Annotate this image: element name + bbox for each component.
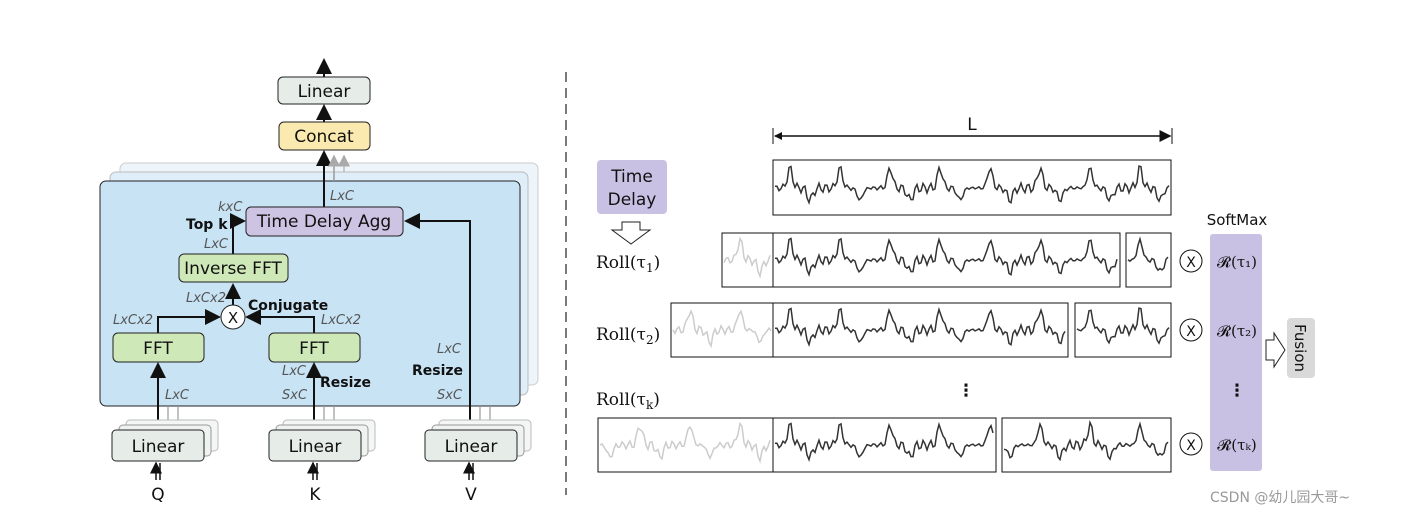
roll1-label: Roll(τ1) xyxy=(596,253,660,275)
linear-v-stack: Linear xyxy=(424,419,532,462)
down-arrow-icon xyxy=(610,221,652,245)
k-label: K xyxy=(309,485,321,505)
v-label: V xyxy=(465,485,477,505)
fusion-label: Fusion xyxy=(1291,324,1309,372)
right-arrow-icon xyxy=(1265,331,1286,369)
linear-q-label: Linear xyxy=(132,437,185,457)
waveform-rollk-shifted xyxy=(599,421,771,464)
dim-ifft-out: LxC xyxy=(204,237,229,252)
dim-q-in: LxC xyxy=(165,388,190,403)
dim-v-resized: LxC xyxy=(437,342,462,357)
linear-q-stack: Linear xyxy=(111,419,219,462)
waveform-rollk xyxy=(775,421,994,463)
vdots-rows: ⋮ xyxy=(958,381,975,401)
multiply-nodes: X X X xyxy=(1179,249,1203,456)
multiply-k: X xyxy=(1186,438,1196,454)
waveform-roll1-tail xyxy=(1127,236,1169,272)
fft-left-label: FFT xyxy=(143,339,173,359)
conjugate-label: Conjugate xyxy=(248,298,328,314)
waveform-roll2-shifted xyxy=(672,309,772,349)
r-tau2: 𝓡(τ₂) xyxy=(1217,322,1257,340)
softmax-label: SoftMax xyxy=(1207,211,1268,229)
vdots-softmax: ⋮ xyxy=(1229,381,1246,401)
r-tauk: 𝓡(τₖ) xyxy=(1217,436,1256,454)
fft-right-label: FFT xyxy=(299,339,329,359)
multiply-label: X xyxy=(228,309,238,327)
q-label: Q xyxy=(151,485,164,505)
linear-k-stack: Linear xyxy=(268,419,376,462)
linear-k-label: Linear xyxy=(289,437,342,457)
waveform-roll1-shifted xyxy=(723,236,771,279)
dim-kxc: kxC xyxy=(218,200,243,215)
length-label: L xyxy=(967,115,977,135)
waveform-roll1 xyxy=(775,236,1118,278)
resize-k-label: Resize xyxy=(320,375,371,391)
time-delay-label-1: Time xyxy=(610,167,653,187)
linear-output-label: Linear xyxy=(298,82,351,102)
roll2-label: Roll(τ2) xyxy=(596,325,660,347)
dim-k-in: SxC xyxy=(282,388,308,403)
linear-v-label: Linear xyxy=(445,437,498,457)
watermark: CSDN @幼儿园大哥~ xyxy=(1210,490,1350,506)
rollk-label: Roll(τk) xyxy=(596,390,660,412)
autocorrelation-diagram: Linear Concat Time Delay Agg Inverse FFT… xyxy=(99,58,1350,506)
multiply-1: X xyxy=(1186,255,1196,271)
roll2-shifted-box xyxy=(670,302,774,358)
dim-fft-right-out: LxCx2 xyxy=(321,313,361,328)
waveform-rollk-tail xyxy=(1003,419,1169,462)
waveform-roll2 xyxy=(775,306,1066,348)
waveform-roll2-tail xyxy=(1076,307,1170,345)
inverse-fft-label: Inverse FFT xyxy=(184,259,282,279)
dim-fft-left-out: LxCx2 xyxy=(113,313,153,328)
r-tau1: 𝓡(τ₁) xyxy=(1217,253,1257,271)
left-panel: Linear Concat Time Delay Agg Inverse FFT… xyxy=(99,58,539,505)
multiply-2: X xyxy=(1186,324,1196,340)
time-delay-label-2: Delay xyxy=(608,190,657,210)
top-k-label: Top k xyxy=(186,217,228,233)
dim-k-resized: LxC xyxy=(282,364,307,379)
dim-agg-out: LxC xyxy=(330,189,355,204)
resize-v-label: Resize xyxy=(412,363,463,379)
concat-label: Concat xyxy=(294,127,354,147)
waveform-original xyxy=(775,164,1170,206)
dim-mult-out: LxCx2 xyxy=(186,291,226,306)
dim-v-in: SxC xyxy=(437,388,463,403)
right-panel: L Time Delay Roll(τ1) Roll(τ2) Roll(τk) … xyxy=(596,115,1315,473)
time-delay-agg-label: Time Delay Agg xyxy=(256,212,391,232)
